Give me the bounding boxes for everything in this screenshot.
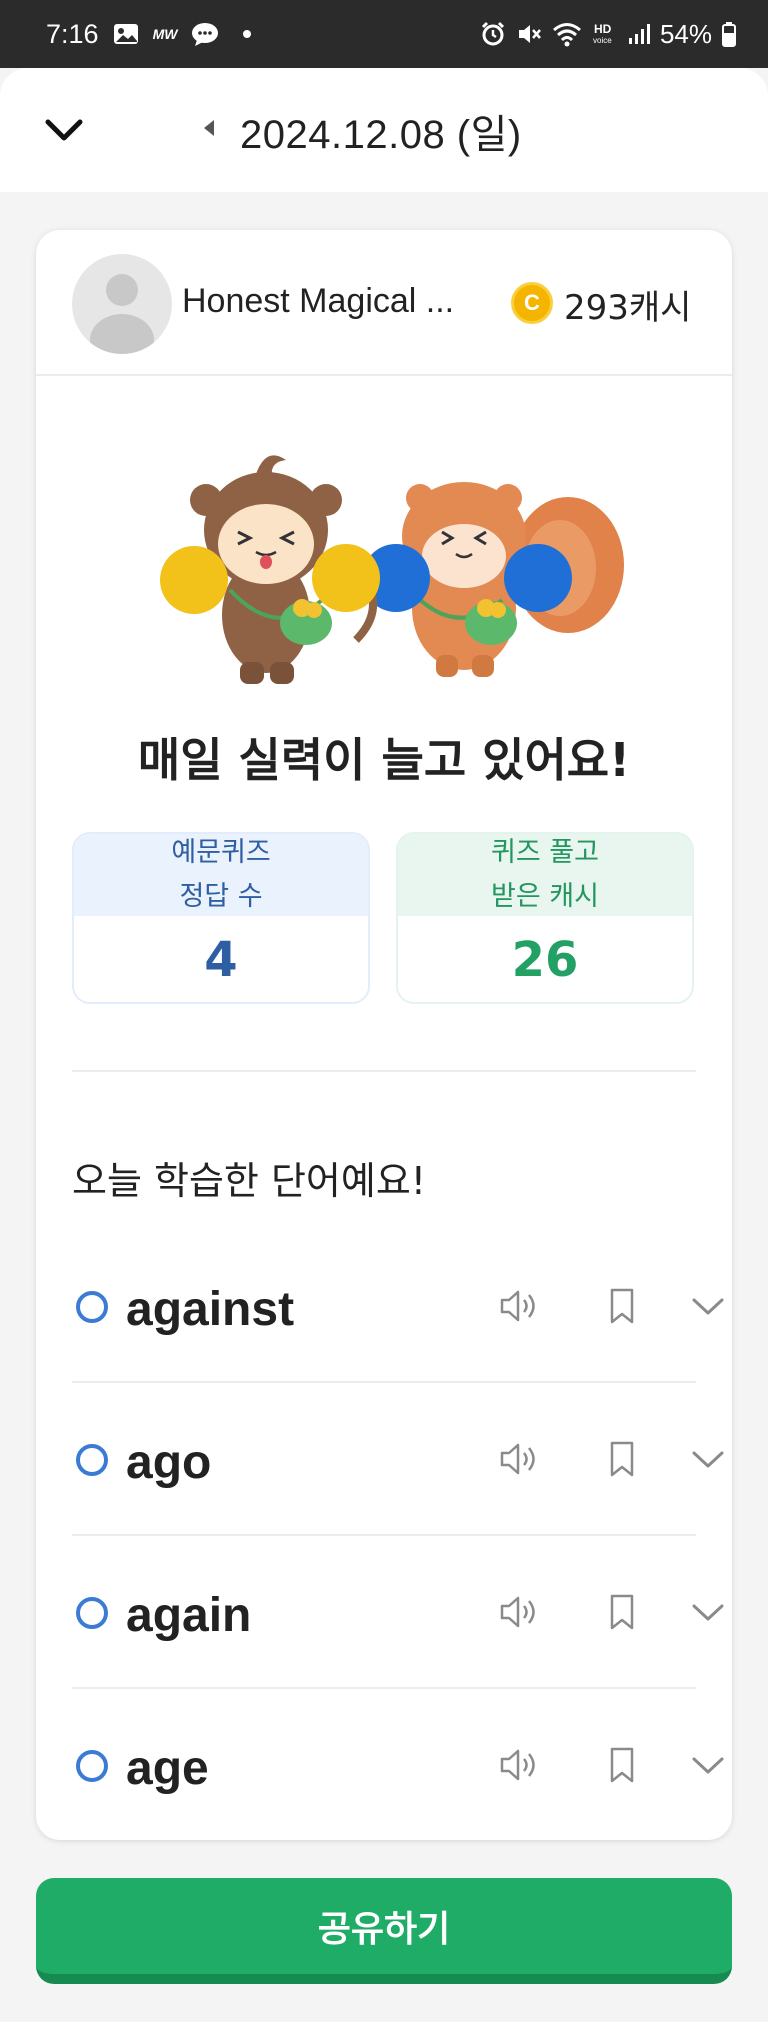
chevron-down-icon[interactable] [40,106,88,154]
cash-amount: 293캐시 [564,288,692,328]
stat-label: 정답 수 [179,881,263,912]
chevron-down-icon[interactable] [686,1439,730,1479]
svg-text:voice: voice [593,36,612,45]
stat-cash-earned: 퀴즈 풀고 받은 캐시 26 [396,832,694,1004]
profile-row: Honest Magical ... C 293캐시 [36,230,732,376]
result-card: Honest Magical ... C 293캐시 매일 실력이 늘고 있어요… [36,230,732,1840]
user-icon [90,274,154,354]
word-text: ago [126,1436,212,1489]
dot-icon [243,30,252,38]
chevron-down-icon[interactable] [686,1286,730,1326]
speaker-icon[interactable] [498,1286,542,1326]
word-text: age [126,1742,209,1795]
circle-icon [76,1291,108,1323]
chevron-down-icon[interactable] [686,1745,730,1785]
stat-value: 4 [74,916,368,1002]
chevron-down-icon[interactable] [686,1592,730,1632]
word-row[interactable]: age [72,1689,724,1840]
date-title: 2024.12.08 (일) [240,113,522,157]
word-row[interactable]: again [72,1536,724,1689]
wifi-icon [552,23,581,47]
speaker-icon[interactable] [498,1745,542,1785]
signal-icon [628,24,650,44]
circle-icon [76,1444,108,1476]
speaker-icon[interactable] [498,1439,542,1479]
divider [72,1070,696,1072]
bookmark-icon[interactable] [600,1439,644,1479]
bookmark-icon[interactable] [600,1745,644,1785]
word-row[interactable]: against [72,1230,724,1383]
mascot-illustration [160,455,624,684]
section-title: 오늘 학습한 단어예요! [72,1159,427,1203]
word-list: against ago again age [72,1230,724,1840]
headline: 매일 실력이 늘고 있어요! [137,733,631,787]
caret-left-icon[interactable] [200,116,218,140]
hd-voice-icon: HDvoice [593,22,612,45]
alarm-icon [481,21,505,46]
word-row[interactable]: ago [72,1383,724,1536]
stat-label: 예문퀴즈 [171,837,271,868]
stat-label: 받은 캐시 [491,881,599,912]
mute-icon [518,25,541,43]
circle-icon [76,1750,108,1782]
stat-label: 퀴즈 풀고 [491,837,599,868]
profile-name: Honest Magical ... [182,282,455,320]
bookmark-icon[interactable] [600,1286,644,1326]
battery-text: 54% [659,18,712,49]
battery-icon [722,22,736,47]
share-button[interactable]: 공유하기 [36,1878,732,1984]
gallery-icon [113,24,138,44]
stat-value: 26 [398,916,692,1002]
coin-symbol: C [524,290,540,315]
avatar [72,254,172,354]
word-text: against [126,1283,295,1336]
mw-badge-icon: MW [152,26,178,42]
stat-correct-answers: 예문퀴즈 정답 수 4 [72,832,370,1004]
monkey-illustration [160,455,380,684]
status-time: 7:16 [46,18,99,49]
bookmark-icon[interactable] [600,1592,644,1632]
speaker-icon[interactable] [498,1592,542,1632]
coin-icon: C [511,282,553,324]
squirrel-illustration [362,482,624,677]
top-bar: 2024.12.08 (일) [0,68,768,192]
svg-text:HD: HD [594,22,612,36]
circle-icon [76,1597,108,1629]
status-bar: 7:16 MW HD voice 54% [0,0,768,68]
chat-icon [192,23,219,46]
word-text: again [126,1589,252,1642]
